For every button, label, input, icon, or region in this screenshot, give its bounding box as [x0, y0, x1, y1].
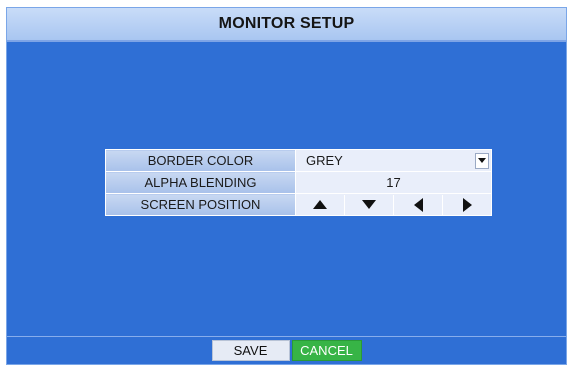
arrow-left-icon: [413, 197, 423, 212]
position-left-button[interactable]: [394, 194, 443, 215]
monitor-setup-window: MONITOR SETUP BORDER COLOR GREY ALPHA BL…: [6, 7, 567, 365]
border-color-value: GREY: [306, 153, 343, 168]
border-color-row: BORDER COLOR GREY: [105, 149, 492, 172]
screen-position-controls: [295, 193, 492, 216]
position-up-button[interactable]: [296, 194, 345, 215]
screen-position-label: SCREEN POSITION: [105, 193, 296, 216]
position-right-button[interactable]: [443, 194, 491, 215]
position-down-button[interactable]: [345, 194, 394, 215]
alpha-blending-label: ALPHA BLENDING: [105, 171, 296, 194]
border-color-select[interactable]: GREY: [295, 149, 492, 172]
footer-bar: SAVE CANCEL: [7, 336, 566, 364]
title-bar: MONITOR SETUP: [7, 8, 566, 42]
save-button[interactable]: SAVE: [211, 340, 290, 361]
border-color-label: BORDER COLOR: [105, 149, 296, 172]
alpha-blending-value[interactable]: 17: [295, 171, 492, 194]
screen-position-row: SCREEN POSITION: [105, 193, 492, 216]
arrow-right-icon: [462, 197, 472, 212]
alpha-blending-row: ALPHA BLENDING 17: [105, 171, 492, 194]
cancel-button[interactable]: CANCEL: [291, 340, 362, 361]
settings-table: BORDER COLOR GREY ALPHA BLENDING 17 SCRE…: [105, 149, 492, 216]
border-color-dropdown[interactable]: GREY: [296, 151, 491, 171]
window-title: MONITOR SETUP: [218, 15, 355, 32]
dropdown-arrow-icon[interactable]: [475, 152, 489, 169]
arrow-down-icon: [362, 200, 376, 209]
arrow-up-icon: [313, 200, 327, 209]
